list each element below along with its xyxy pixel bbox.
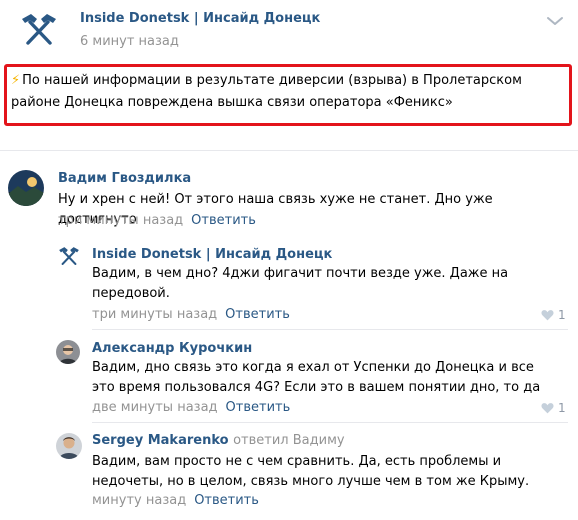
like-count: 1	[558, 308, 566, 322]
heart-icon	[541, 310, 554, 321]
replied-to[interactable]: ответил Вадиму	[233, 433, 344, 448]
comment-meta: две минуты назад Ответить	[92, 400, 290, 415]
reply-button[interactable]: Ответить	[194, 493, 259, 508]
comment-time[interactable]: две минуты назад	[92, 400, 218, 415]
lightning-icon: ⚡	[11, 73, 21, 88]
like-button[interactable]: 1	[541, 308, 566, 322]
post-text-highlight: ⚡ По нашей информации в результате диверс…	[4, 64, 572, 126]
comment-author[interactable]: Inside Donetsk | Инсайд Донецк	[92, 247, 332, 262]
reply-button[interactable]: Ответить	[226, 400, 291, 415]
hammers-logo-icon[interactable]	[20, 12, 58, 50]
post-time[interactable]: 6 минут назад	[80, 34, 179, 49]
comment-reply: Sergey Makarenko ответил Вадиму Вадим, в…	[0, 426, 578, 520]
comment-author[interactable]: Вадим Гвоздилка	[58, 171, 191, 186]
avatar[interactable]	[8, 170, 44, 206]
hammers-logo-icon[interactable]	[58, 246, 80, 268]
heart-icon	[541, 403, 554, 414]
divider	[0, 150, 578, 151]
comment-meta: три минуты назад Ответить	[92, 307, 290, 322]
comment-reply: Александр Курочкин Вадим, дно связь это …	[0, 333, 578, 423]
post-group-name[interactable]: Inside Donetsk | Инсайд Донецк	[80, 11, 320, 26]
post-header: Inside Donetsk | Инсайд Донецк 6 минут н…	[0, 0, 578, 62]
comment-text: Вадим, в чем дно? 4джи фигачит почти вез…	[92, 266, 509, 301]
like-count: 1	[558, 401, 566, 415]
divider	[92, 329, 568, 330]
comment-author[interactable]: Александр Курочкин	[92, 341, 252, 356]
avatar[interactable]	[56, 433, 82, 459]
comment-text: Вадим, дно связь это когда я ехал от Усп…	[92, 360, 541, 395]
comment-meta: три минуты назад Ответить	[58, 213, 256, 228]
comment-author-name[interactable]: Sergey Makarenko	[92, 433, 229, 448]
comment-author[interactable]: Sergey Makarenko ответил Вадиму	[92, 433, 345, 448]
comment-time[interactable]: три минуты назад	[58, 213, 183, 228]
reply-button[interactable]: Ответить	[225, 307, 290, 322]
avatar[interactable]	[56, 340, 80, 364]
comment: Вадим Гвоздилка Ну и хрен с ней! От этог…	[0, 160, 578, 235]
comment-meta: минуту назад Ответить	[92, 493, 259, 508]
post-text: По нашей информации в результате диверси…	[11, 73, 522, 110]
like-button[interactable]: 1	[541, 401, 566, 415]
comment-reply: Inside Donetsk | Инсайд Донецк Вадим, в …	[0, 240, 578, 330]
comment-text: Вадим, вам просто не с чем сравнить. Да,…	[92, 454, 530, 489]
comment-time[interactable]: минуту назад	[92, 493, 186, 508]
reply-button[interactable]: Ответить	[191, 213, 256, 228]
divider	[92, 422, 568, 423]
chevron-down-icon[interactable]	[545, 14, 565, 28]
comment-time[interactable]: три минуты назад	[92, 307, 217, 322]
